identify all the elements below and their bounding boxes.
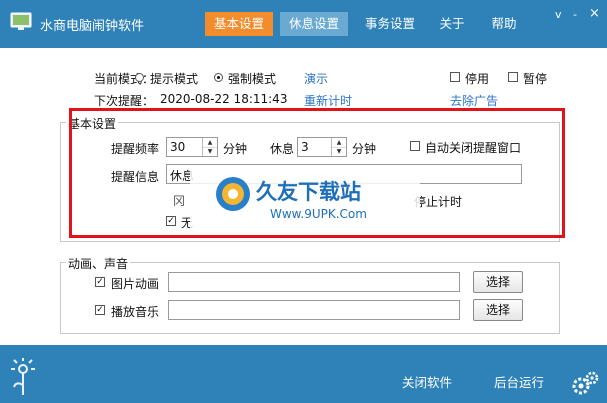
radio-prompt-mode-label[interactable]: 提示模式 — [150, 70, 198, 87]
tab-rest-settings[interactable]: 休息设置 — [280, 12, 348, 36]
mode-label: 当前模式： — [94, 72, 155, 86]
footer-bar: 关闭软件 后台运行 — [0, 345, 607, 403]
menu-icon[interactable]: v — [555, 8, 562, 21]
disable-checkbox[interactable] — [450, 72, 460, 82]
tab-about[interactable]: 关于 — [432, 12, 472, 36]
play-music-label[interactable]: 播放音乐 — [111, 303, 159, 320]
close-software-button[interactable]: 关闭软件 — [402, 372, 452, 391]
next-reminder-time: 2020-08-22 18:11:43 — [160, 92, 288, 106]
close-icon[interactable]: × — [589, 6, 600, 21]
radio-force-mode-label[interactable]: 强制模式 — [228, 70, 276, 87]
music-select-button[interactable]: 选择 — [473, 299, 523, 321]
highlight-box — [69, 108, 565, 238]
app-title: 水商电脑闹钟软件 — [40, 19, 145, 34]
remove-ads-link[interactable]: 去除广告 — [450, 92, 498, 109]
image-animation-checkbox[interactable]: ✓ — [95, 277, 105, 287]
tab-help[interactable]: 帮助 — [482, 12, 526, 36]
pause-checkbox[interactable] — [508, 72, 518, 82]
pause-label[interactable]: 暂停 — [523, 70, 547, 87]
demo-link[interactable]: 演示 — [304, 70, 328, 87]
flower-icon — [8, 357, 38, 397]
image-animation-path[interactable] — [168, 272, 460, 292]
tab-basic-settings[interactable]: 基本设置 — [205, 12, 273, 36]
image-select-button[interactable]: 选择 — [473, 271, 523, 293]
radio-force-mode[interactable] — [214, 73, 223, 82]
minimize-icon[interactable]: - — [573, 8, 577, 21]
background-run-button[interactable]: 后台运行 — [494, 372, 544, 391]
radio-prompt-mode[interactable] — [135, 73, 144, 82]
disable-label[interactable]: 停用 — [465, 70, 489, 87]
image-animation-label[interactable]: 图片动画 — [111, 275, 159, 292]
tab-task-settings[interactable]: 事务设置 — [358, 12, 422, 36]
reset-timer-link[interactable]: 重新计时 — [304, 92, 352, 109]
next-reminder-label: 下次提醒： — [94, 94, 155, 108]
media-legend: 动画、声音 — [66, 255, 131, 272]
app-logo-icon — [10, 12, 32, 32]
play-music-path[interactable] — [168, 300, 460, 320]
play-music-checkbox[interactable]: ✓ — [95, 305, 105, 315]
settings-gear-icon[interactable] — [571, 371, 599, 397]
